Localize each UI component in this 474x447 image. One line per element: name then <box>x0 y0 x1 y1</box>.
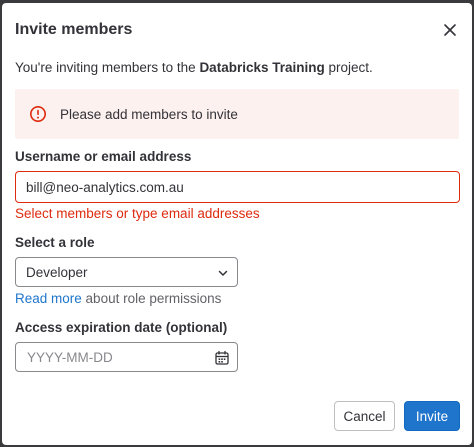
close-button[interactable] <box>440 20 460 40</box>
chevron-down-icon <box>218 270 228 276</box>
intro-suffix: project. <box>324 60 373 75</box>
invite-members-modal: Invite members You're inviting members t… <box>2 3 472 445</box>
error-alert: Please add members to invite <box>15 89 459 139</box>
alert-message: Please add members to invite <box>60 107 238 122</box>
role-selected-value: Developer <box>26 265 88 280</box>
modal-title: Invite members <box>15 21 133 38</box>
error-circle-icon <box>30 106 46 122</box>
member-search-input[interactable] <box>15 171 460 203</box>
invite-button[interactable]: Invite <box>404 401 460 431</box>
project-name: Databricks Training <box>199 60 325 75</box>
role-permissions-link[interactable]: Read more <box>15 291 82 306</box>
calendar-icon[interactable] <box>214 350 230 366</box>
role-field-label: Select a role <box>15 235 95 250</box>
expiration-field-label: Access expiration date (optional) <box>15 320 228 335</box>
modal-header: Invite members <box>2 3 472 55</box>
member-field-error: Select members or type email addresses <box>15 206 260 221</box>
close-icon <box>444 24 456 36</box>
role-select[interactable]: Developer <box>15 257 238 287</box>
intro-prefix: You're inviting members to the <box>15 60 200 75</box>
intro-text: You're inviting members to the Databrick… <box>15 60 373 75</box>
cancel-button[interactable]: Cancel <box>334 401 395 431</box>
expiration-date-input[interactable]: YYYY-MM-DD <box>15 342 238 372</box>
member-field-label: Username or email address <box>15 149 192 164</box>
role-help-text: Read more about role permissions <box>15 291 221 306</box>
role-help-suffix: about role permissions <box>81 291 222 306</box>
date-placeholder: YYYY-MM-DD <box>27 350 113 365</box>
